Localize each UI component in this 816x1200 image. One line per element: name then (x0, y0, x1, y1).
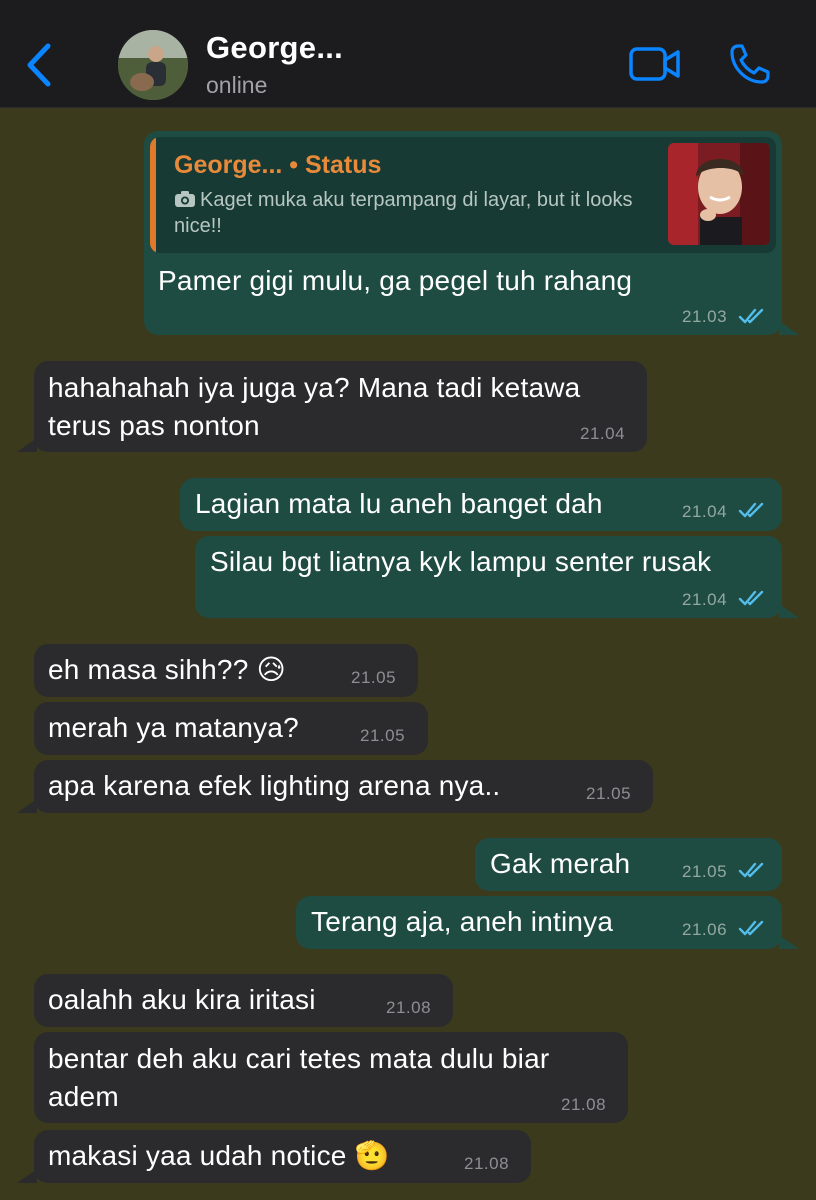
message-time: 21.05 (586, 784, 632, 803)
video-call-button[interactable] (628, 44, 682, 84)
contact-status: online (206, 72, 268, 98)
double-check-icon (738, 502, 764, 518)
chat-header: George... online (0, 0, 816, 108)
camera-icon (175, 191, 195, 207)
message-time: 21.05 (360, 726, 406, 745)
message-text: merah ya matanya? (48, 712, 299, 743)
chevron-left-icon (27, 43, 51, 87)
message-text: eh masa sihh?? 😥 (48, 654, 286, 685)
incoming-message[interactable]: oalahh aku kira iritasi 21.08 (34, 974, 453, 1027)
quote-accent-bar (150, 137, 156, 253)
message-text: Gak merah (490, 848, 631, 879)
double-check-icon (738, 590, 764, 606)
video-camera-icon (629, 47, 680, 81)
message-time: 21.03 (682, 307, 728, 326)
incoming-message[interactable]: merah ya matanya? 21.05 (34, 702, 428, 755)
message-time: 21.05 (682, 862, 728, 881)
phone-icon (730, 44, 770, 84)
message-text: Silau bgt liatnya kyk lampu senter rusak (210, 546, 712, 577)
incoming-message[interactable]: makasi yaa udah notice 🫡 21.08 (17, 1130, 531, 1183)
incoming-message[interactable]: hahahahah iya juga ya? Mana tadi ketawa … (17, 361, 647, 452)
message-text-line-1: hahahahah iya juga ya? Mana tadi ketawa (48, 372, 581, 403)
message-text-line-1: bentar deh aku cari tetes mata dulu biar (48, 1043, 550, 1074)
message-text: Lagian mata lu aneh banget dah (195, 488, 603, 519)
message-text: Pamer gigi mulu, ga pegel tuh rahang (158, 265, 633, 296)
quote-text: Kaget muka aku terpampang di layar, but … (174, 187, 654, 239)
message-time: 21.04 (682, 590, 728, 609)
message-time: 21.04 (682, 502, 728, 521)
status-reply-quote[interactable]: George... • Status Kaget muka aku terpam… (150, 137, 776, 253)
quote-author: George... • Status (174, 151, 382, 179)
message-text: Terang aja, aneh intinya (311, 906, 614, 937)
status-thumbnail[interactable] (668, 143, 770, 245)
message-time: 21.06 (682, 920, 728, 939)
outgoing-message[interactable]: Terang aja, aneh intinya 21.06 (296, 896, 799, 949)
incoming-message[interactable]: eh masa sihh?? 😥 21.05 (34, 644, 418, 697)
message-time: 21.08 (464, 1154, 510, 1173)
outgoing-message[interactable]: Lagian mata lu aneh banget dah 21.04 (180, 478, 782, 531)
message-time: 21.08 (386, 998, 432, 1017)
message-text-line-2: terus pas nonton (48, 410, 260, 441)
contact-avatar[interactable] (118, 30, 188, 100)
message-time: 21.04 (580, 424, 626, 443)
double-check-icon (738, 308, 764, 324)
message-time: 21.08 (561, 1095, 607, 1114)
contact-name[interactable]: George... (206, 30, 343, 66)
outgoing-message[interactable]: Gak merah 21.05 (475, 838, 782, 891)
double-check-icon (738, 920, 764, 936)
message-text-line-2: adem (48, 1081, 119, 1112)
message-text: apa karena efek lighting arena nya.. (48, 770, 501, 801)
back-button[interactable] (20, 38, 60, 92)
message-time: 21.05 (351, 668, 397, 687)
outgoing-message[interactable]: Silau bgt liatnya kyk lampu senter rusak… (195, 536, 799, 618)
message-text: oalahh aku kira iritasi (48, 984, 316, 1015)
quote-caption: Kaget muka aku terpampang di layar, but … (174, 189, 633, 237)
incoming-message[interactable]: apa karena efek lighting arena nya.. 21.… (17, 760, 653, 813)
message-text: makasi yaa udah notice 🫡 (48, 1140, 390, 1171)
double-check-icon (738, 862, 764, 878)
incoming-message[interactable]: bentar deh aku cari tetes mata dulu biar… (34, 1032, 628, 1123)
outgoing-message[interactable]: George... • Status Kaget muka aku terpam… (144, 131, 799, 335)
voice-call-button[interactable] (728, 42, 772, 86)
